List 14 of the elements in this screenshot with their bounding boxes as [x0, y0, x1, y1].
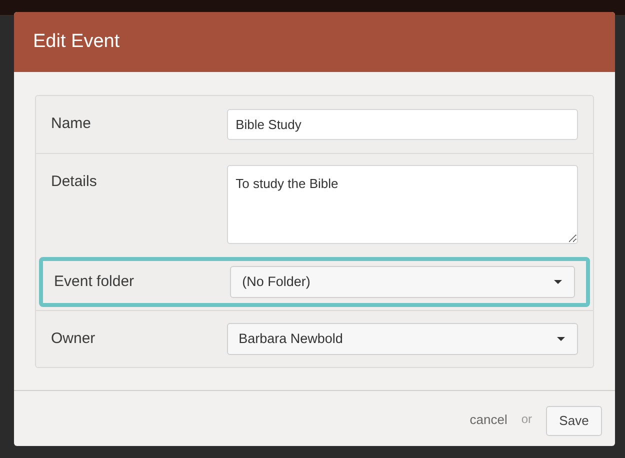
- save-button[interactable]: Save: [546, 406, 602, 436]
- name-field[interactable]: Bible Study: [226, 109, 578, 140]
- field-label: Event folder: [54, 272, 136, 292]
- field-label: Owner: [51, 328, 96, 349]
- field-label: Details: [51, 172, 98, 192]
- dropdown[interactable]: (No Folder): [230, 266, 575, 298]
- caret-icon: [557, 337, 565, 341]
- cancel-link[interactable]: cancel: [470, 410, 508, 430]
- separator-text: or: [521, 410, 532, 428]
- dialog-title: Edit Event: [33, 30, 120, 54]
- field-label: Name: [51, 114, 92, 134]
- details-field[interactable]: To study the Bible: [226, 165, 578, 244]
- caret-icon: [554, 280, 562, 284]
- dropdown[interactable]: Barbara Newbold: [226, 323, 578, 355]
